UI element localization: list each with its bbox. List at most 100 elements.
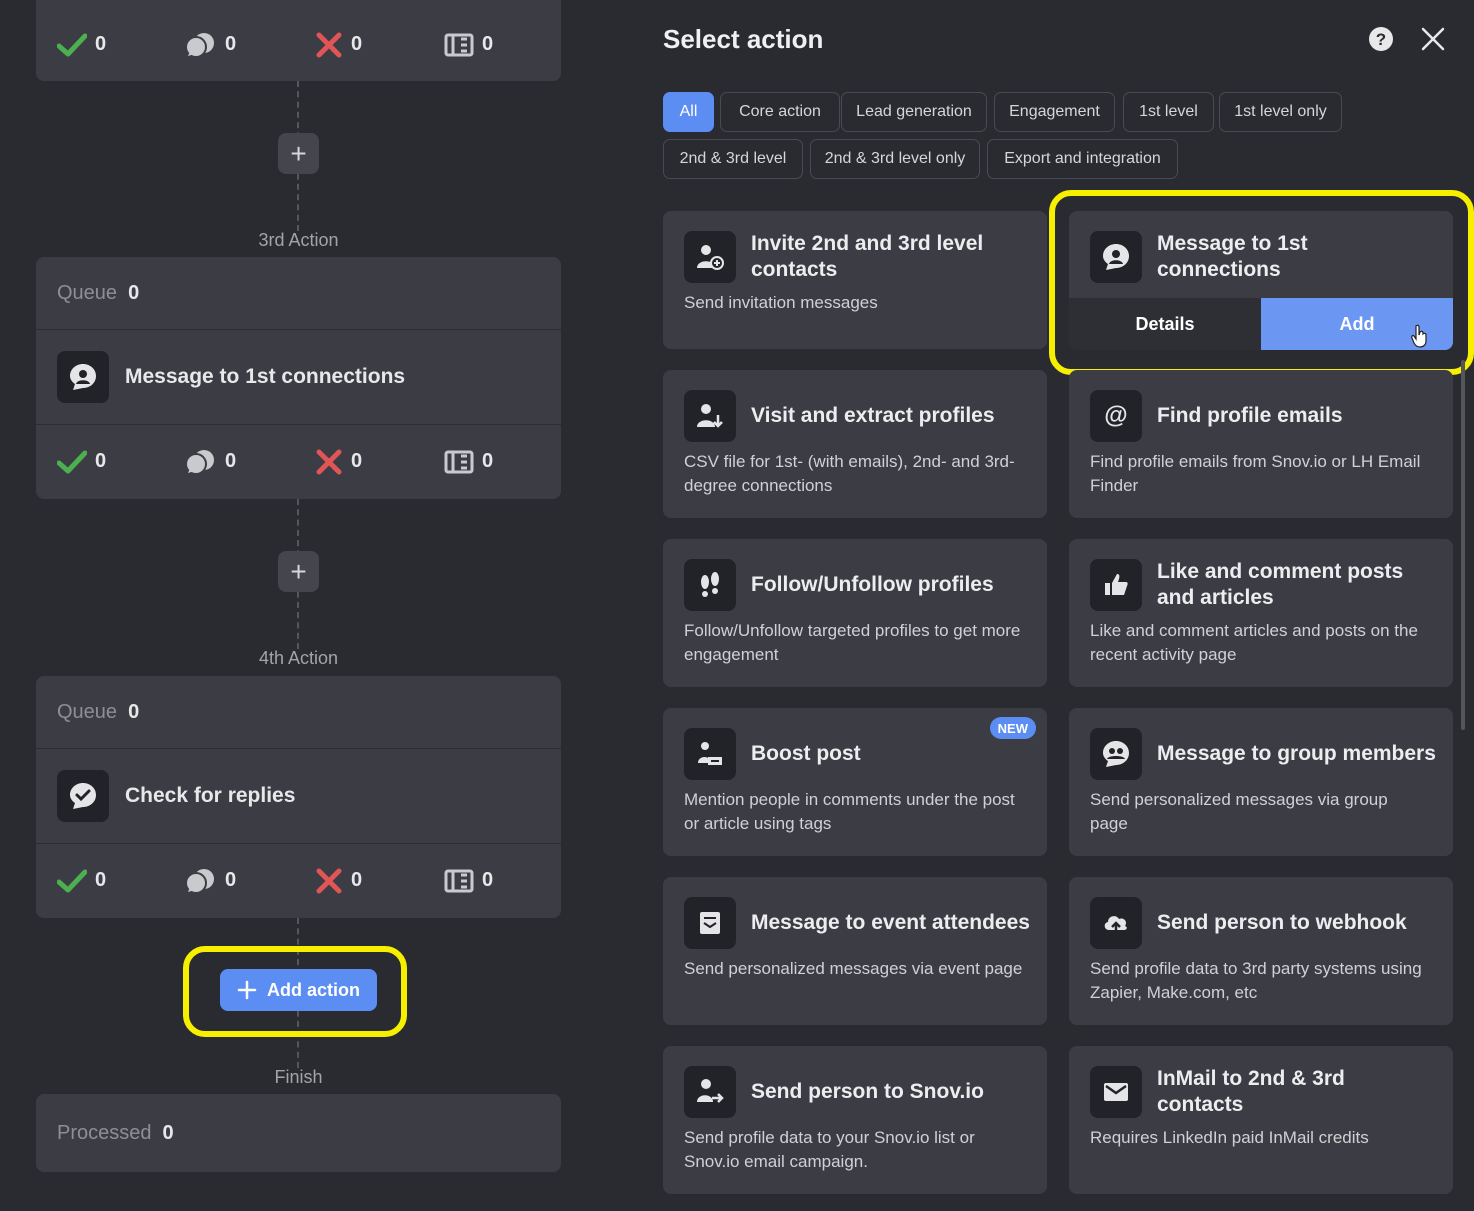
- action-name: Message to 1st connections: [125, 365, 406, 388]
- failed-stat: 0: [315, 449, 362, 475]
- card-title: Find profile emails: [1157, 404, 1343, 427]
- action-card-follow[interactable]: Follow/Unfollow profiles Follow/Unfollow…: [663, 539, 1047, 687]
- action-panel-4th[interactable]: Queue 0 Check for replies 0 0 0 0: [36, 676, 561, 918]
- skip-icon: [444, 33, 474, 56]
- success-count: 0: [95, 33, 107, 55]
- queue-row: Queue 0: [36, 257, 561, 330]
- send-person-icon: [684, 1066, 736, 1118]
- finish-panel: Processed 0: [36, 1094, 561, 1172]
- action-card-invite[interactable]: Invite 2nd and 3rd level contacts Send i…: [663, 211, 1047, 349]
- card-desc: Requires LinkedIn paid InMail credits: [1090, 1128, 1369, 1147]
- filter-chip-lead-generation[interactable]: Lead generation: [841, 92, 987, 132]
- filter-chip-1st-level[interactable]: 1st level: [1123, 92, 1214, 132]
- skip-icon: [444, 869, 474, 892]
- card-title: Invite 2nd and 3rd level contacts: [751, 232, 984, 281]
- skipped-stat: 0: [444, 868, 493, 894]
- card-title: InMail to 2nd & 3rd contacts: [1157, 1067, 1345, 1116]
- card-desc: Send personalized messages via event pag…: [684, 959, 1023, 978]
- filter-chip-core-action[interactable]: Core action: [720, 92, 840, 132]
- card-title: Like and comment posts and articles: [1157, 560, 1404, 609]
- select-action-drawer: Select action ? All Core action Lead gen…: [640, 0, 1474, 1211]
- svg-text:@: @: [1104, 402, 1127, 429]
- help-icon[interactable]: ?: [1368, 26, 1394, 57]
- invite-person-icon: [684, 231, 736, 283]
- card-title: Follow/Unfollow profiles: [751, 573, 994, 596]
- success-stat: 0: [57, 450, 106, 474]
- action-card-boost-post[interactable]: NEW Boost post Mention people in comment…: [663, 708, 1047, 856]
- action-card-webhook[interactable]: Send person to webhook Send profile data…: [1069, 877, 1453, 1025]
- card-title: Message to event attendees: [751, 911, 1030, 934]
- card-title: Message to group members: [1157, 742, 1436, 765]
- filter-chip-1st-level-only[interactable]: 1st level only: [1219, 92, 1342, 132]
- at-sign-icon: @: [1090, 390, 1142, 442]
- stage-label-4th: 4th Action: [258, 648, 339, 668]
- filter-chip-2nd-3rd-level-only[interactable]: 2nd & 3rd level only: [810, 139, 980, 179]
- scrollbar[interactable]: [1461, 360, 1465, 730]
- card-desc: Follow/Unfollow targeted profiles to get…: [684, 621, 1021, 664]
- processed-row: Processed 0: [36, 1094, 561, 1172]
- queue-count: 0: [128, 281, 140, 304]
- filter-chip-all[interactable]: All: [663, 92, 714, 132]
- skipped-stat: 0: [444, 32, 493, 58]
- action-row[interactable]: Check for replies: [36, 749, 561, 844]
- replied-stat: 0: [185, 868, 236, 894]
- action-card-find-emails[interactable]: @ Find profile emails Find profile email…: [1069, 370, 1453, 518]
- success-count: 0: [95, 869, 107, 891]
- chat-bubbles-icon: [185, 868, 214, 894]
- action-row[interactable]: Message to 1st connections: [36, 330, 561, 425]
- check-icon: [57, 450, 87, 473]
- action-card-group-message[interactable]: Message to group members Send personaliz…: [1069, 708, 1453, 856]
- card-title: Visit and extract profiles: [751, 404, 995, 427]
- card-desc: Find profile emails from Snov.io or LH E…: [1090, 452, 1421, 495]
- boost-post-icon: [684, 728, 736, 780]
- check-icon: [57, 33, 87, 56]
- failed-count: 0: [351, 869, 363, 891]
- action-card-snovio[interactable]: Send person to Snov.io Send profile data…: [663, 1046, 1047, 1194]
- action-panel-previous: 0 0 0 0: [36, 0, 561, 81]
- action-name: Check for replies: [125, 784, 296, 807]
- filter-chip-export-integration[interactable]: Export and integration: [987, 139, 1178, 179]
- filter-chip-engagement[interactable]: Engagement: [994, 92, 1115, 132]
- card-title: Send person to Snov.io: [751, 1080, 984, 1103]
- chat-bubbles-icon: [185, 449, 214, 475]
- footsteps-icon: [684, 559, 736, 611]
- add-action-button[interactable]: Add action: [220, 969, 377, 1011]
- workflow-canvas: 0 0 0 0 + 3rd Action Queue 0 Message to …: [0, 0, 600, 1211]
- skipped-count: 0: [482, 450, 494, 472]
- plus-icon: [237, 980, 257, 1000]
- insert-action-button[interactable]: +: [278, 551, 319, 592]
- queue-label: Queue: [57, 281, 118, 304]
- replied-count: 0: [225, 869, 237, 891]
- card-title: Boost post: [751, 742, 861, 765]
- action-card-event-message[interactable]: Message to event attendees Send personal…: [663, 877, 1047, 1025]
- failed-count: 0: [351, 450, 363, 472]
- processed-label: Processed: [57, 1121, 152, 1144]
- close-icon[interactable]: [1420, 26, 1446, 57]
- queue-row: Queue 0: [36, 676, 561, 749]
- extract-profile-icon: [684, 390, 736, 442]
- stage-label-3rd: 3rd Action: [258, 230, 339, 250]
- replied-count: 0: [225, 33, 237, 55]
- action-card-visit-extract[interactable]: Visit and extract profiles CSV file for …: [663, 370, 1047, 518]
- success-stat: 0: [57, 33, 106, 57]
- skipped-count: 0: [482, 33, 494, 55]
- action-card-inmail[interactable]: InMail to 2nd & 3rd contacts Requires Li…: [1069, 1046, 1453, 1194]
- skipped-count: 0: [482, 869, 494, 891]
- add-action-label: Add action: [267, 979, 360, 1000]
- check-replies-icon: [57, 770, 109, 822]
- skipped-stat: 0: [444, 449, 493, 475]
- failed-stat: 0: [315, 32, 362, 58]
- action-panel-3rd[interactable]: Queue 0 Message to 1st connections 0 0 0: [36, 257, 561, 499]
- card-desc: Send personalized messages via group pag…: [1090, 790, 1388, 833]
- filter-chip-2nd-3rd-level[interactable]: 2nd & 3rd level: [663, 139, 803, 179]
- stats-row: 0 0 0 0: [36, 425, 561, 498]
- event-message-icon: [684, 897, 736, 949]
- message-person-icon: [57, 351, 109, 403]
- success-count: 0: [95, 450, 107, 472]
- card-desc: CSV file for 1st- (with emails), 2nd- an…: [684, 452, 1015, 495]
- processed-count: 0: [162, 1121, 174, 1144]
- action-card-like-comment[interactable]: Like and comment posts and articles Like…: [1069, 539, 1453, 687]
- x-icon: [316, 449, 342, 474]
- insert-action-button[interactable]: +: [278, 133, 319, 174]
- success-stat: 0: [57, 869, 106, 893]
